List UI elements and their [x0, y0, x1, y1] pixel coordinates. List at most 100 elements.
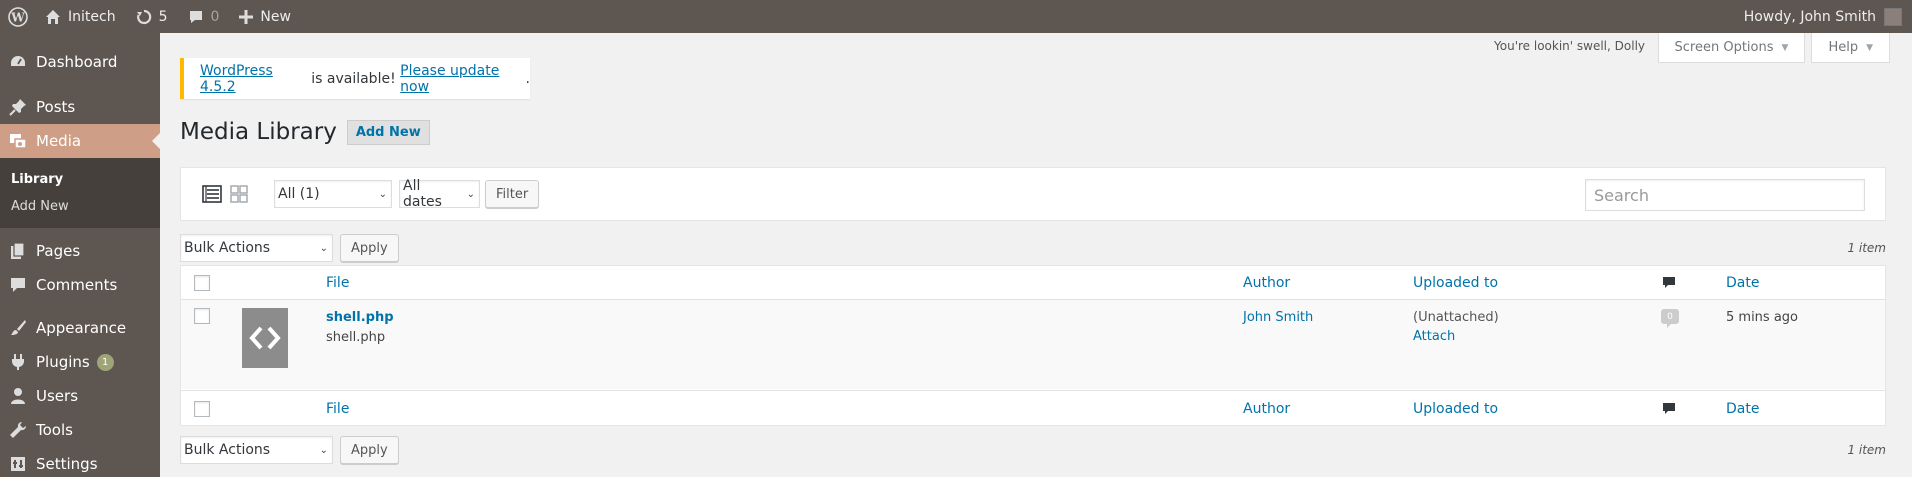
site-name-link[interactable]: Initech: [35, 0, 126, 33]
user-icon: [8, 386, 28, 406]
pages-icon: [8, 241, 28, 261]
menu-label-media: Media: [36, 132, 82, 150]
media-submenu: Library Add New: [0, 158, 160, 228]
menu-item-settings[interactable]: Settings: [0, 447, 160, 477]
menu-label-pages: Pages: [36, 242, 81, 260]
menu-item-dashboard[interactable]: Dashboard: [0, 45, 160, 79]
media-type-filter[interactable]: All (1) ⌄: [274, 180, 392, 208]
bulk-actions-select[interactable]: Bulk Actions ⌄: [180, 234, 333, 262]
attach-link[interactable]: Attach: [1413, 329, 1455, 344]
author-link[interactable]: John Smith: [1243, 310, 1313, 325]
menu-item-posts[interactable]: Posts: [0, 90, 160, 124]
items-count: 1 item: [1847, 241, 1886, 255]
code-file-icon[interactable]: [242, 308, 288, 368]
dashboard-icon: [8, 52, 28, 72]
bulk-actions-select-bottom[interactable]: Bulk Actions ⌄: [180, 436, 333, 464]
comment-column-icon[interactable]: [1662, 402, 1676, 420]
menu-item-users[interactable]: Users: [0, 379, 160, 413]
submenu-item-library[interactable]: Library: [0, 166, 160, 193]
update-notice: WordPress 4.5.2 is available! Please upd…: [180, 58, 530, 99]
menu-item-appearance[interactable]: Appearance: [0, 311, 160, 345]
comment-count-bubble[interactable]: 0: [1661, 309, 1679, 328]
wordpress-version-link[interactable]: WordPress 4.5.2: [200, 63, 307, 95]
menu-label-tools: Tools: [36, 421, 73, 439]
filter-button[interactable]: Filter: [485, 180, 540, 208]
plug-icon: [8, 352, 28, 372]
pushpin-icon: [8, 97, 28, 117]
chevron-down-icon: ⌄: [319, 444, 328, 456]
page-header: Media Library Add New: [180, 119, 430, 145]
apply-button-bottom[interactable]: Apply: [340, 436, 399, 464]
column-uploaded-to[interactable]: Uploaded to: [1413, 401, 1498, 417]
add-new-button[interactable]: Add New: [346, 119, 430, 145]
bulk-actions-value: Bulk Actions: [184, 442, 271, 458]
table-row: shell.php shell.php John Smith (Unattach…: [181, 300, 1885, 389]
media-type-value: All (1): [278, 186, 320, 202]
admin-menu: Dashboard Posts Media Library Add New Pa…: [0, 33, 160, 477]
column-author[interactable]: Author: [1243, 401, 1290, 417]
comment-column-icon[interactable]: [1662, 276, 1676, 294]
main-content: You're lookin' swell, Dolly Screen Optio…: [180, 33, 1890, 477]
menu-label-settings: Settings: [36, 455, 98, 473]
column-date[interactable]: Date: [1726, 275, 1759, 291]
plugins-update-badge: 1: [96, 353, 114, 371]
menu-item-comments[interactable]: Comments: [0, 268, 160, 302]
help-button[interactable]: Help ▼: [1811, 33, 1890, 63]
account-menu[interactable]: Howdy, John Smith: [1744, 0, 1912, 33]
menu-item-plugins[interactable]: Plugins 1: [0, 345, 160, 379]
search-input[interactable]: Search: [1585, 179, 1865, 211]
bulk-actions-value: Bulk Actions: [184, 240, 271, 256]
new-label: New: [260, 8, 291, 25]
items-count: 1 item: [1847, 443, 1886, 457]
menu-label-posts: Posts: [36, 98, 76, 116]
page-title: Media Library: [180, 119, 337, 145]
home-icon: [45, 9, 61, 25]
updates-link[interactable]: 5: [126, 0, 178, 33]
column-file[interactable]: File: [326, 401, 349, 417]
apply-button[interactable]: Apply: [340, 234, 399, 262]
select-all-checkbox-footer[interactable]: [194, 400, 210, 417]
submenu-item-add-new[interactable]: Add New: [0, 193, 160, 220]
menu-item-tools[interactable]: Tools: [0, 413, 160, 447]
notice-text: is available!: [306, 70, 401, 87]
menu-label-comments: Comments: [36, 276, 118, 294]
menu-label-plugins: Plugins: [36, 353, 90, 371]
table-header: File Author Uploaded to Date: [181, 266, 1885, 300]
file-name: shell.php: [326, 330, 386, 345]
list-view-icon[interactable]: [201, 183, 223, 205]
comments-count: 0: [210, 8, 220, 25]
screen-options-label: Screen Options: [1674, 40, 1774, 55]
wrench-icon: [8, 420, 28, 440]
row-checkbox[interactable]: [194, 308, 210, 324]
column-date[interactable]: Date: [1726, 401, 1759, 417]
column-file[interactable]: File: [326, 275, 349, 291]
update-now-link[interactable]: Please update now: [400, 63, 525, 95]
menu-label-dashboard: Dashboard: [36, 53, 118, 71]
uploaded-to-value: (Unattached): [1413, 310, 1499, 325]
date-filter[interactable]: All dates ⌄: [399, 178, 480, 210]
menu-item-pages[interactable]: Pages: [0, 234, 160, 268]
site-name: Initech: [68, 8, 116, 25]
date-filter-value: All dates: [403, 178, 442, 210]
file-title-link[interactable]: shell.php: [326, 310, 394, 325]
chevron-down-icon: ⌄: [319, 242, 328, 254]
caret-down-icon: ▼: [1866, 42, 1873, 53]
paintbrush-icon: [8, 318, 28, 338]
wordpress-logo-icon[interactable]: W: [0, 0, 35, 33]
comments-link[interactable]: 0: [178, 0, 230, 33]
column-uploaded-to[interactable]: Uploaded to: [1413, 275, 1498, 291]
howdy-greeting: Howdy, John Smith: [1743, 8, 1876, 25]
table-footer: File Author Uploaded to Date: [181, 390, 1885, 426]
media-icon: [8, 131, 28, 151]
menu-label-users: Users: [36, 387, 79, 405]
screen-options-button[interactable]: Screen Options ▼: [1657, 33, 1806, 63]
new-content-link[interactable]: New: [229, 0, 301, 33]
date-value: 5 mins ago: [1726, 310, 1798, 325]
comments-icon: [8, 275, 28, 295]
menu-item-media[interactable]: Media: [0, 124, 160, 158]
screen-meta-links: Screen Options ▼ Help ▼: [1652, 33, 1890, 63]
bulk-actions-top: Bulk Actions ⌄ Apply 1 item: [180, 234, 1886, 262]
column-author[interactable]: Author: [1243, 275, 1290, 291]
grid-view-icon[interactable]: [228, 183, 250, 205]
select-all-checkbox[interactable]: [194, 274, 210, 291]
